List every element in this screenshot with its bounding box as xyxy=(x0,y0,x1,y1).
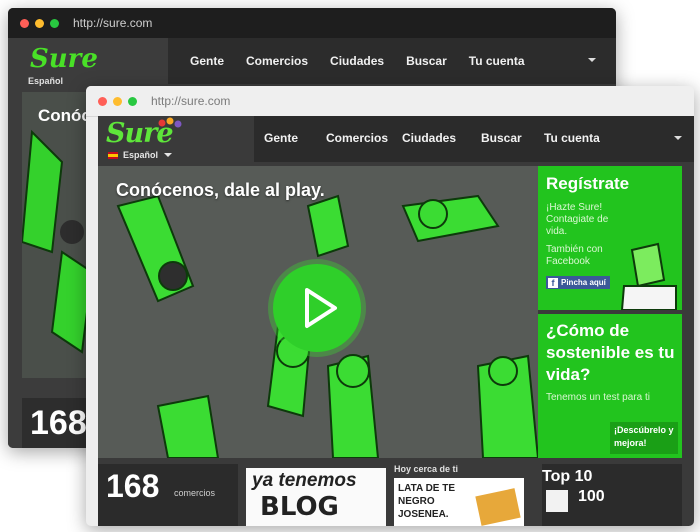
nav-item-ciudades[interactable]: Ciudades xyxy=(402,131,456,145)
nearby-card[interactable]: LATA DE TE NEGRO JOSENEA. xyxy=(394,478,524,526)
nav-item-gente[interactable]: Gente xyxy=(264,131,298,145)
facebook-icon: f xyxy=(548,277,558,288)
chevron-down-icon[interactable] xyxy=(674,136,682,140)
blog-banner[interactable]: ya tenemos BLOG xyxy=(246,468,386,526)
chevron-down-icon xyxy=(164,153,173,157)
maximize-dot-icon[interactable] xyxy=(50,18,59,28)
nearby-item: LATA DE TE NEGRO JOSENEA. xyxy=(398,483,456,520)
stat-panel: 168 comercios xyxy=(98,464,238,526)
play-icon xyxy=(305,288,337,328)
logo[interactable]: Sure xyxy=(30,44,98,74)
address-bar[interactable]: http://sure.com xyxy=(151,94,230,108)
titlebar-back: http://sure.com xyxy=(8,8,616,38)
chevron-down-icon[interactable] xyxy=(588,58,596,62)
language-selector[interactable]: Español xyxy=(108,150,173,160)
nav-item-buscar[interactable]: Buscar xyxy=(406,54,447,68)
register-title: Regístrate xyxy=(546,174,630,193)
register-panel[interactable]: Regístrate ¡Hazte Sure! Contagiate de vi… xyxy=(538,166,682,310)
nav-item-comercios[interactable]: Comercios xyxy=(326,131,388,145)
nearby-heading: Hoy cerca de ti xyxy=(394,464,459,474)
nav-item-gente[interactable]: Gente xyxy=(190,54,224,68)
discover-button[interactable]: ¡Descúbrelo y mejora! xyxy=(610,422,678,454)
play-button[interactable] xyxy=(273,264,361,352)
facebook-button-label: Pincha aquí xyxy=(561,278,606,287)
spain-flag-icon xyxy=(108,151,118,159)
nav-bar: Gente Comercios Ciudades Buscar Tu cuent… xyxy=(254,116,694,162)
close-dot-icon[interactable] xyxy=(20,18,29,28)
close-dot-icon[interactable] xyxy=(98,96,107,106)
register-subtitle: ¡Hazte Sure! Contagiate de vida. xyxy=(546,202,609,237)
nav-item-tu-cuenta[interactable]: Tu cuenta xyxy=(469,54,525,68)
maximize-dot-icon[interactable] xyxy=(128,96,137,106)
top10-panel[interactable]: Top 10 100 xyxy=(542,464,682,526)
nav-item-buscar[interactable]: Buscar xyxy=(481,131,522,145)
facebook-button[interactable]: f Pincha aquí xyxy=(546,276,610,289)
test-subtitle: Tenemos un test para ti xyxy=(546,392,650,403)
facebook-line: También con Facebook xyxy=(546,244,603,267)
top10-value: 100 xyxy=(578,488,605,505)
language-label: Español xyxy=(123,150,159,160)
blog-line1: ya tenemos xyxy=(252,470,357,491)
nearby-panel: Hoy cerca de ti LATA DE TE NEGRO JOSENEA… xyxy=(394,464,534,526)
stat-label: comercios xyxy=(174,488,216,498)
bottom-row: 168 comercios ya tenemos BLOG Hoy cerca … xyxy=(98,464,682,526)
nav-bar: Gente Comercios Ciudades Buscar Tu cuent… xyxy=(168,38,616,84)
logo-dots-icon xyxy=(158,117,182,128)
site-page: Sure Español Gente Comercios Ciudades Bu… xyxy=(98,116,694,526)
minimize-dot-icon[interactable] xyxy=(35,18,44,28)
language-selector[interactable]: Español xyxy=(28,76,63,86)
stat-number: 168 xyxy=(30,404,87,442)
character-illustration xyxy=(620,242,677,310)
titlebar-front: http://sure.com xyxy=(86,86,694,117)
blog-line2: BLOG xyxy=(260,492,339,522)
browser-window-front: http://sure.com Sure Español Gente Comer… xyxy=(86,86,694,526)
hero-video[interactable]: Conócenos, dale al play. xyxy=(98,166,538,458)
test-title: ¿Cómo de sostenible es tu vida? xyxy=(546,321,675,384)
nav-item-comercios[interactable]: Comercios xyxy=(246,54,308,68)
nav-item-tu-cuenta[interactable]: Tu cuenta xyxy=(544,131,600,145)
side-column: Regístrate ¡Hazte Sure! Contagiate de vi… xyxy=(538,166,682,458)
top10-icon xyxy=(546,490,568,512)
address-bar[interactable]: http://sure.com xyxy=(73,16,152,30)
nav-item-ciudades[interactable]: Ciudades xyxy=(330,54,384,68)
minimize-dot-icon[interactable] xyxy=(113,96,122,106)
hero-title: Conócenos, dale al play. xyxy=(116,180,325,200)
stat-number: 168 xyxy=(106,468,160,504)
top10-heading: Top 10 xyxy=(542,468,593,485)
test-panel[interactable]: ¿Cómo de sostenible es tu vida? Tenemos … xyxy=(538,314,682,458)
